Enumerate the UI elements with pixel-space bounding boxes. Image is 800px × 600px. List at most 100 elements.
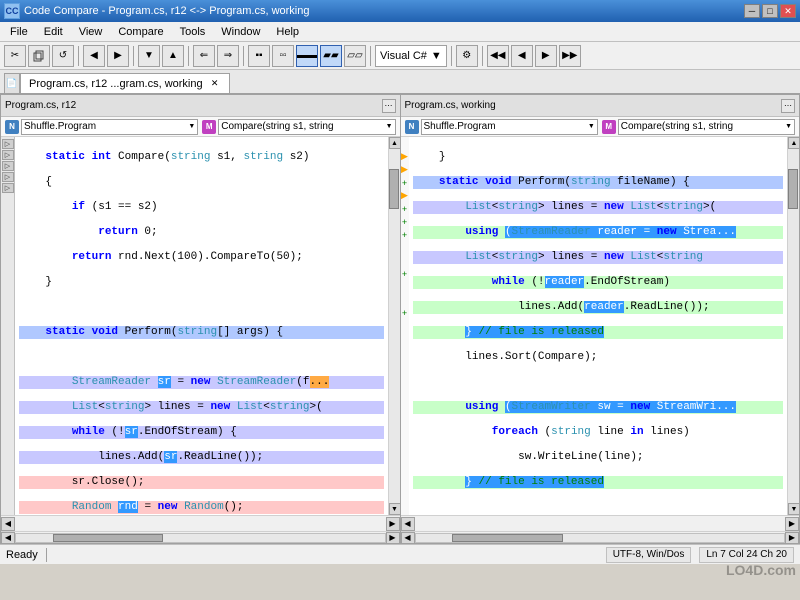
left-namespace-dropdown[interactable]: Shuffle.Program ▼ [21, 119, 198, 135]
menu-tools[interactable]: Tools [172, 24, 214, 40]
right-func-dropdown[interactable]: Compare(string s1, string ▼ [618, 119, 795, 135]
left-scroll-right[interactable]: ▶ [386, 532, 400, 544]
left-scroll-track[interactable] [389, 149, 400, 503]
left-pane-header: Program.cs, r12 ⋯ [1, 95, 400, 117]
view-mode-1[interactable]: ▪▪ [248, 45, 270, 67]
menu-edit[interactable]: Edit [36, 24, 71, 40]
menu-help[interactable]: Help [268, 24, 307, 40]
status-right: UTF-8, Win/Dos Ln 7 Col 24 Ch 20 [606, 547, 794, 563]
window-title: Code Compare - Program.cs, r12 <-> Progr… [24, 5, 310, 17]
app-icon: CC [4, 3, 20, 19]
right-horiz-scroll[interactable]: ◀ ▶ [401, 531, 800, 543]
left-scroll-up[interactable]: ▲ [389, 137, 400, 149]
code-line-diff: StreamReader sr = new StreamReader(f... [19, 376, 384, 389]
right-scroll-up[interactable]: ▲ [788, 137, 799, 149]
left-ctrl-3[interactable]: ▷ [2, 161, 14, 171]
left-ns-icon: N [5, 120, 19, 134]
left-horiz-scroll[interactable]: ◀ ▶ [1, 531, 400, 543]
code-line-diff: List<string> lines = new List<string>( [19, 401, 384, 414]
menu-compare[interactable]: Compare [110, 24, 171, 40]
cut-button[interactable]: ✂ [4, 45, 26, 67]
right-scroll-track[interactable] [415, 533, 786, 543]
left-vert-scroll[interactable]: ▲ ▼ [388, 137, 400, 515]
left-ctrl-5[interactable]: ▷ [2, 183, 14, 193]
next-button[interactable]: ▶ [107, 45, 129, 67]
code-line: { [19, 176, 384, 189]
right-scroll-right[interactable]: ▶ [785, 532, 799, 544]
nav-btn-4[interactable]: ▶▶ [559, 45, 581, 67]
tabs-bar: 📄 Program.cs, r12 ...gram.cs, working ✕ [0, 70, 800, 94]
right-diff-marker: ▶ ▶ + ▶ + + + + + [401, 137, 409, 515]
maximize-button[interactable]: □ [762, 4, 778, 18]
menu-file[interactable]: File [2, 24, 36, 40]
view-mode-4[interactable]: ▰▰ [320, 45, 342, 67]
left-func-bar: N Shuffle.Program ▼ M Compare(string s1,… [1, 117, 400, 137]
view-mode-2[interactable]: ▫▫ [272, 45, 294, 67]
status-position: Ln 7 Col 24 Ch 20 [699, 547, 794, 563]
left-nav-next[interactable]: ▶ [386, 517, 400, 531]
code-line-diff: List<string> lines = new List<string [413, 251, 784, 264]
left-scroll-left[interactable]: ◀ [1, 532, 15, 544]
right-code-area: ▶ ▶ + ▶ + + + + + } static void Perform(… [401, 137, 800, 515]
left-code-container[interactable]: static int Compare(string s1, string s2)… [15, 137, 388, 515]
right-scroll-track[interactable] [788, 149, 799, 503]
view-mode-3[interactable]: ▬▬ [296, 45, 318, 67]
code-line [413, 501, 784, 514]
tab-close-button[interactable]: ✕ [209, 78, 221, 90]
right-scroll-thumb-h[interactable] [452, 534, 563, 542]
toolbar-sep-7 [482, 46, 483, 66]
code-line-diff: Random rnd = new Random(); [19, 501, 384, 514]
right-nav-next[interactable]: ▶ [785, 517, 799, 531]
refresh-button[interactable]: ↺ [52, 45, 74, 67]
toolbar: ✂ ↺ ◀ ▶ ▼ ▲ ⇐ ⇒ ▪▪ ▫▫ ▬▬ ▰▰ ▱▱ Visual C#… [0, 42, 800, 70]
nav-btn-3[interactable]: ▶ [535, 45, 557, 67]
right-nav-prev[interactable]: ◀ [401, 517, 415, 531]
prev-button[interactable]: ◀ [83, 45, 105, 67]
tab-label: Program.cs, r12 ...gram.cs, working [29, 78, 203, 90]
left-func-dropdown[interactable]: Compare(string s1, string ▼ [218, 119, 395, 135]
nav-btn-2[interactable]: ◀ [511, 45, 533, 67]
left-pane: Program.cs, r12 ⋯ N Shuffle.Program ▼ M … [0, 94, 401, 544]
right-file-label: Program.cs, working [405, 100, 496, 111]
code-line [19, 301, 384, 314]
right-namespace-dropdown[interactable]: Shuffle.Program ▼ [421, 119, 598, 135]
code-line-diff: using (StreamWriter sw = new StreamWri..… [413, 401, 784, 414]
minimize-button[interactable]: ─ [744, 4, 760, 18]
menu-window[interactable]: Window [213, 24, 268, 40]
watermark: LO4D.com [726, 562, 796, 578]
left-code-lines: static int Compare(string s1, string s2)… [15, 137, 388, 515]
left-scroll-track[interactable] [15, 533, 386, 543]
left-pane-menu[interactable]: ⋯ [382, 99, 396, 113]
right-scroll-down[interactable]: ▼ [788, 503, 799, 515]
right-pane-menu[interactable]: ⋯ [781, 99, 795, 113]
code-line: return 0; [19, 226, 384, 239]
left-ctrl-2[interactable]: ▷ [2, 150, 14, 160]
left-scroll-down[interactable]: ▼ [389, 503, 400, 515]
down-button[interactable]: ▼ [138, 45, 160, 67]
left-ctrl-4[interactable]: ▷ [2, 172, 14, 182]
right-scroll-left[interactable]: ◀ [401, 532, 415, 544]
up-button[interactable]: ▲ [162, 45, 184, 67]
right-scroll-thumb[interactable] [788, 169, 798, 209]
merge-left-button[interactable]: ⇐ [193, 45, 215, 67]
options-button[interactable]: ⚙ [456, 45, 478, 67]
code-line-diff: List<string> lines = new List<string>( [413, 201, 784, 214]
left-scroll-thumb-h[interactable] [53, 534, 164, 542]
tab-main[interactable]: Program.cs, r12 ...gram.cs, working ✕ [20, 73, 230, 93]
code-line: sw.WriteLine(line); [413, 451, 784, 464]
nav-btn-1[interactable]: ◀◀ [487, 45, 509, 67]
left-nav-prev[interactable]: ◀ [1, 517, 15, 531]
left-ctrl-1[interactable]: ▷ [2, 139, 14, 149]
view-mode-5[interactable]: ▱▱ [344, 45, 366, 67]
code-line: foreach (string line in lines) [413, 426, 784, 439]
copy-button[interactable] [28, 45, 50, 67]
menu-view[interactable]: View [71, 24, 111, 40]
merge-right-button[interactable]: ⇒ [217, 45, 239, 67]
language-dropdown[interactable]: Visual C# ▼ [375, 45, 447, 67]
right-vert-scroll[interactable]: ▲ ▼ [787, 137, 799, 515]
file-icon: 📄 [4, 73, 20, 93]
right-code-container[interactable]: } static void Perform(string fileName) {… [409, 137, 788, 515]
left-scroll-thumb[interactable] [389, 169, 399, 209]
code-line-diff: static void Perform(string[] args) { [19, 326, 384, 339]
close-button[interactable]: ✕ [780, 4, 796, 18]
